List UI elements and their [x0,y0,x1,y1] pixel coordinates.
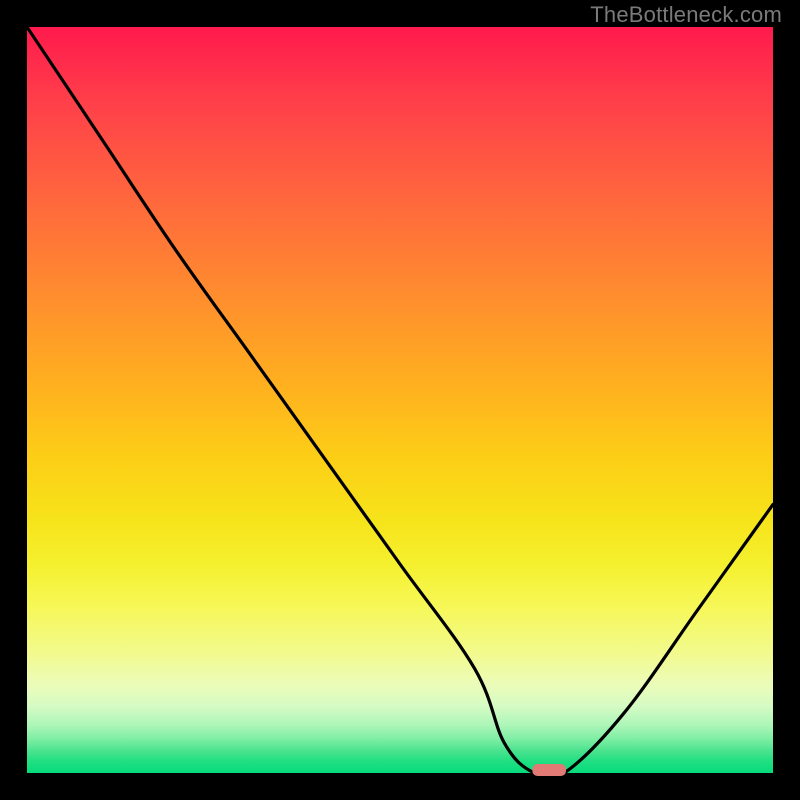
chart-frame: TheBottleneck.com [0,0,800,800]
plot-area [27,27,773,773]
watermark-text: TheBottleneck.com [590,2,782,28]
optimal-marker [532,764,566,776]
bottleneck-curve [27,27,773,773]
curve-line [27,27,773,779]
